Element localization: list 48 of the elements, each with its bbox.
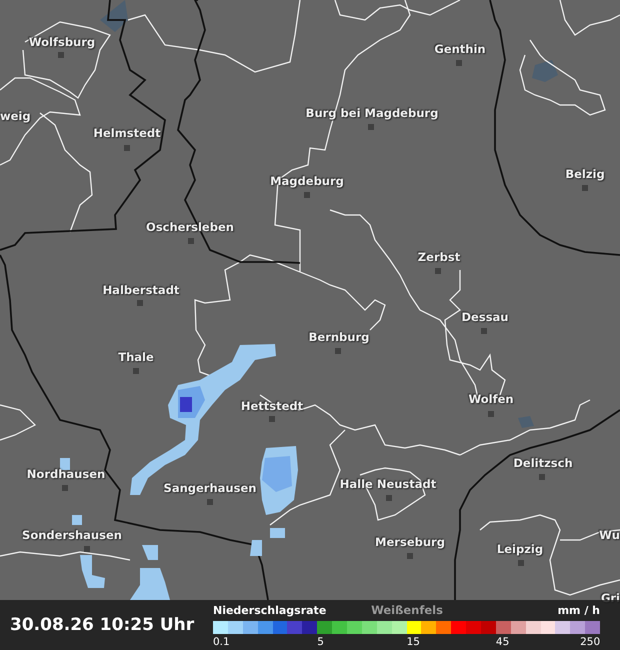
city-marker-icon: [368, 124, 374, 130]
city-label: Nordhausen: [26, 467, 106, 481]
city-marker-icon: [188, 238, 194, 244]
city-marker-icon: [488, 411, 494, 417]
city-label: Helmstedt: [93, 126, 161, 140]
city-marker-icon: [269, 416, 275, 422]
city-label: Thale: [118, 350, 154, 364]
city-label: Wolfsburg: [28, 35, 96, 49]
city-marker-icon: [582, 185, 588, 191]
legend-unit: mm / h: [558, 604, 600, 618]
city-label: weig: [0, 109, 31, 123]
city-marker-icon: [124, 145, 130, 151]
city-marker-icon: [481, 328, 487, 334]
city-marker-icon: [518, 560, 524, 566]
city-label: Belzig: [565, 167, 605, 181]
city-label: Delitzsch: [513, 456, 573, 470]
scale-tick-label: 5: [317, 636, 324, 648]
city-label: Merseburg: [375, 535, 445, 549]
scale-tick-label: 250: [580, 636, 600, 648]
legend-title: Niederschlagsrate: [213, 604, 326, 618]
scale-tick-label: 0.1: [213, 636, 230, 648]
city-label: Gri: [600, 591, 620, 605]
city-marker-icon: [435, 268, 441, 274]
city-marker-icon: [407, 553, 413, 559]
city-label: Weißenfels: [371, 603, 443, 617]
city-label: Sangerhausen: [164, 481, 256, 495]
city-label: Sondershausen: [22, 528, 122, 542]
city-marker-icon: [456, 60, 462, 66]
city-marker-icon: [137, 300, 143, 306]
scale-tick-label: 15: [406, 636, 420, 648]
city-marker-icon: [58, 52, 64, 58]
city-label: Wolfen: [468, 392, 514, 406]
city-label: Dessau: [462, 310, 508, 324]
scale-tick-label: 45: [496, 636, 510, 648]
city-marker-icon: [62, 485, 68, 491]
city-marker-icon: [133, 368, 139, 374]
city-marker-icon: [386, 495, 392, 501]
city-label: Halberstadt: [102, 283, 180, 297]
city-marker-icon: [539, 474, 545, 480]
city-label: Genthin: [434, 42, 486, 56]
city-label: Zerbst: [418, 250, 460, 264]
city-marker-icon: [207, 499, 213, 505]
city-marker-icon: [84, 546, 90, 552]
timestamp: 30.08.26 10:25 Uhr: [10, 615, 196, 635]
city-marker-icon: [335, 348, 341, 354]
city-marker-icon: [304, 192, 310, 198]
city-label: Bernburg: [308, 330, 370, 344]
city-label: Leipzig: [496, 542, 544, 556]
